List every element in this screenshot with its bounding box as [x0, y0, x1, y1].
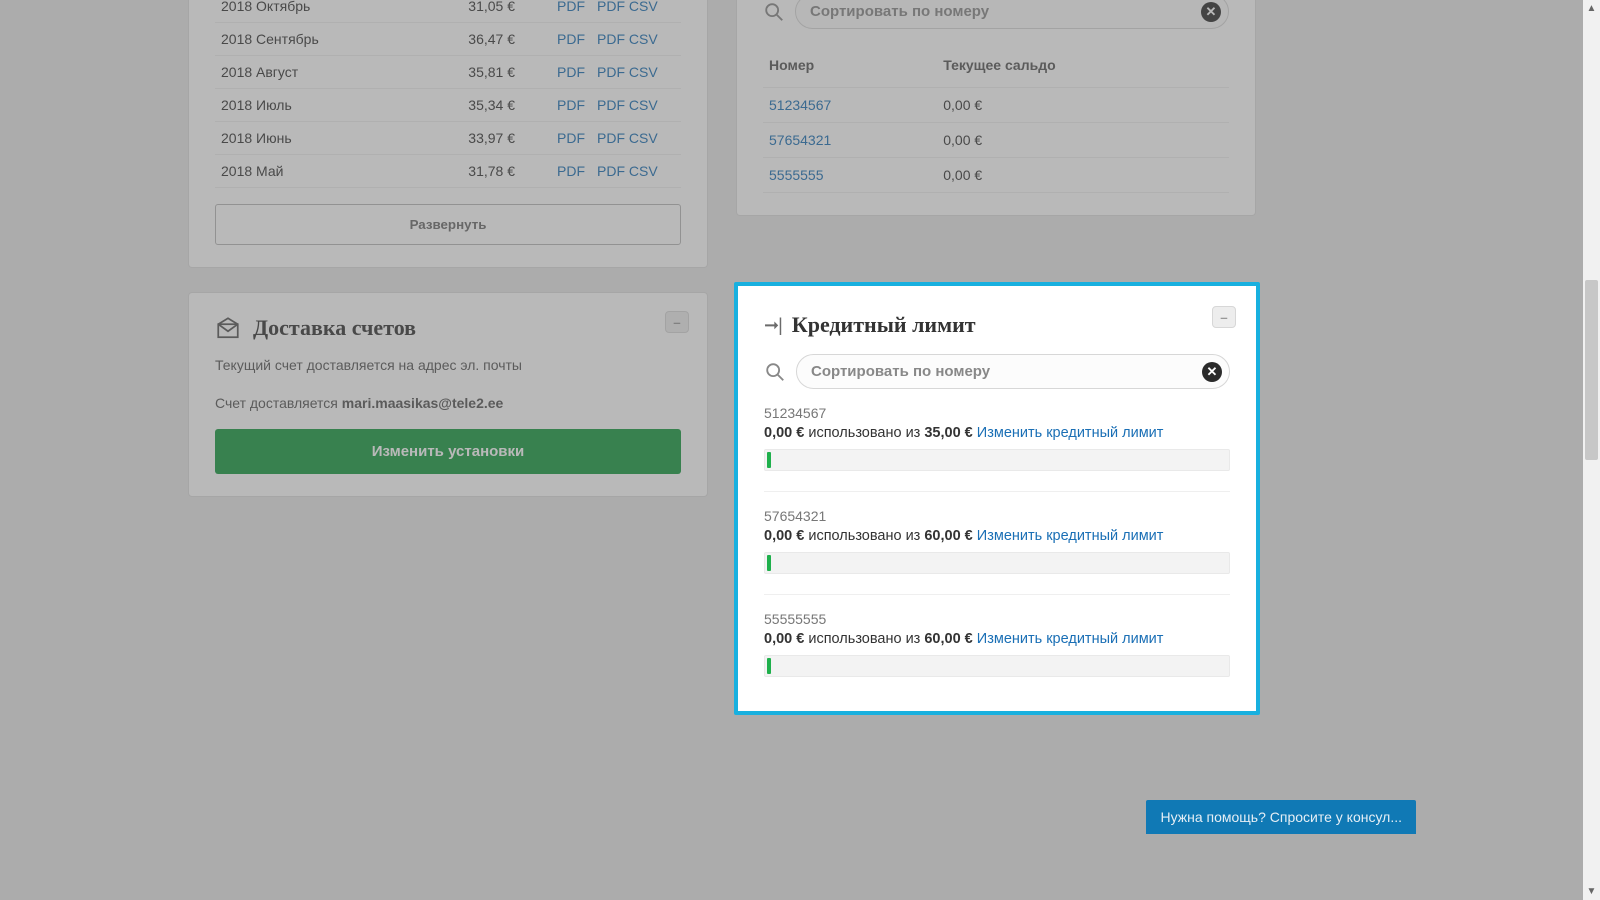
csv-link[interactable]: CSV: [629, 0, 658, 14]
balance-search-input[interactable]: [795, 0, 1229, 29]
credit-progress: [764, 552, 1230, 574]
invoice-amount: 31,05 €: [414, 0, 521, 23]
table-row: 2018 Июль35,34 € PDF PDF CSV: [215, 89, 681, 122]
credit-limit-card: ➞| Кредитный лимит – ✕ 51234567 0,00 € ис…: [734, 282, 1260, 715]
pdf-link[interactable]: PDF: [557, 163, 585, 179]
delivery-title: Доставка счетов: [253, 315, 416, 341]
pdf-link[interactable]: PDF: [557, 64, 585, 80]
invoice-period: 2018 Июль: [215, 89, 414, 122]
credit-number: 57654321: [764, 508, 1230, 524]
pdf-link[interactable]: PDF: [597, 31, 625, 47]
number-link[interactable]: 5555555: [769, 167, 824, 183]
arrow-bar-icon: ➞|: [764, 315, 782, 336]
pdf-link[interactable]: PDF: [597, 64, 625, 80]
pdf-link[interactable]: PDF: [597, 130, 625, 146]
invoice-amount: 35,34 €: [414, 89, 521, 122]
collapse-button[interactable]: –: [665, 311, 689, 333]
table-row: 57654321 0,00 €: [763, 123, 1229, 158]
pdf-link[interactable]: PDF: [597, 97, 625, 113]
csv-link[interactable]: CSV: [629, 163, 658, 179]
credit-title: Кредитный лимит: [792, 312, 976, 338]
scroll-thumb[interactable]: [1585, 280, 1598, 460]
invoice-amount: 35,81 €: [414, 56, 521, 89]
change-settings-button[interactable]: Изменить установки: [215, 429, 681, 474]
balance-card: ✕ Номер Текущее сальдо 512345670,00 €576…: [736, 0, 1256, 216]
invoice-amount: 33,97 €: [414, 122, 521, 155]
credit-number: 51234567: [764, 405, 1230, 421]
table-row: 2018 Июнь33,97 € PDF PDF CSV: [215, 122, 681, 155]
credit-limit-item: 51234567 0,00 € использовано из 35,00 € И…: [764, 389, 1230, 492]
number-link[interactable]: 51234567: [769, 97, 831, 113]
invoices-card: 2018 Октябрь31,05 €PDFPDF CSV2018 Сентяб…: [188, 0, 708, 268]
csv-link[interactable]: CSV: [629, 31, 658, 47]
pdf-link[interactable]: PDF: [557, 97, 585, 113]
balance-col-balance: Текущее сальдо: [937, 47, 1229, 88]
expand-button[interactable]: Развернуть: [215, 204, 681, 245]
invoice-amount: 31,78 €: [414, 155, 521, 188]
delivery-line2: Счет доставляется mari.maasikas@tele2.ee: [215, 395, 681, 411]
csv-link[interactable]: CSV: [629, 64, 658, 80]
credit-number: 55555555: [764, 611, 1230, 627]
invoice-period: 2018 Сентябрь: [215, 23, 414, 56]
credit-usage-line: 0,00 € использовано из 35,00 € Изменить …: [764, 425, 1230, 441]
invoice-period: 2018 Июнь: [215, 122, 414, 155]
invoice-period: 2018 Октябрь: [215, 0, 414, 23]
table-row: 2018 Август35,81 € PDF PDF CSV: [215, 56, 681, 89]
change-credit-link[interactable]: Изменить кредитный лимит: [977, 631, 1164, 647]
balance-value: 0,00 €: [937, 88, 1229, 123]
credit-progress: [764, 449, 1230, 471]
balance-value: 0,00 €: [937, 158, 1229, 193]
scrollbar[interactable]: ▲ ▼: [1583, 0, 1600, 900]
table-row: 51234567 0,00 €: [763, 88, 1229, 123]
credit-usage-line: 0,00 € использовано из 60,00 € Изменить …: [764, 631, 1230, 647]
table-row: 2018 Май31,78 € PDF PDF CSV: [215, 155, 681, 188]
balance-col-number: Номер: [763, 47, 937, 88]
credit-usage-line: 0,00 € использовано из 60,00 € Изменить …: [764, 528, 1230, 544]
credit-search-input[interactable]: [796, 354, 1230, 389]
table-row: 5555555 0,00 €: [763, 158, 1229, 193]
clear-search-button[interactable]: ✕: [1201, 2, 1221, 22]
invoices-table: 2018 Октябрь31,05 €PDFPDF CSV2018 Сентяб…: [215, 0, 681, 188]
delivery-line1: Текущий счет доставляется на адрес эл. п…: [215, 357, 681, 373]
delivery-card: Доставка счетов – Текущий счет доставляе…: [188, 292, 708, 497]
table-row: 2018 Сентябрь36,47 € PDF PDF CSV: [215, 23, 681, 56]
csv-link[interactable]: CSV: [629, 97, 658, 113]
change-credit-link[interactable]: Изменить кредитный лимит: [977, 528, 1164, 544]
scroll-down-icon[interactable]: ▼: [1583, 883, 1600, 900]
pdf-link[interactable]: PDF: [597, 163, 625, 179]
invoice-amount: 36,47 €: [414, 23, 521, 56]
pdf-link[interactable]: PDF: [557, 31, 585, 47]
credit-limit-item: 55555555 0,00 € использовано из 60,00 € И…: [764, 595, 1230, 677]
scroll-up-icon[interactable]: ▲: [1583, 0, 1600, 17]
invoice-period: 2018 Август: [215, 56, 414, 89]
credit-limit-item: 57654321 0,00 € использовано из 60,00 € И…: [764, 492, 1230, 595]
mail-icon: [215, 315, 241, 341]
balance-table: Номер Текущее сальдо 512345670,00 €57654…: [763, 47, 1229, 193]
chat-tab[interactable]: Нужна помощь? Спросите у консул...: [1146, 800, 1416, 834]
csv-link[interactable]: CSV: [629, 130, 658, 146]
table-row: 2018 Октябрь31,05 € PDF PDF CSV: [215, 0, 681, 23]
pdf-link[interactable]: PDF: [597, 0, 625, 14]
invoice-period: 2018 Май: [215, 155, 414, 188]
search-icon: [764, 361, 786, 383]
search-icon: [763, 1, 785, 23]
change-credit-link[interactable]: Изменить кредитный лимит: [977, 425, 1164, 441]
pdf-link[interactable]: PDF: [557, 130, 585, 146]
balance-value: 0,00 €: [937, 123, 1229, 158]
number-link[interactable]: 57654321: [769, 132, 831, 148]
collapse-button[interactable]: –: [1212, 306, 1236, 328]
pdf-link[interactable]: PDF: [557, 0, 585, 14]
clear-search-button[interactable]: ✕: [1202, 362, 1222, 382]
credit-progress: [764, 655, 1230, 677]
